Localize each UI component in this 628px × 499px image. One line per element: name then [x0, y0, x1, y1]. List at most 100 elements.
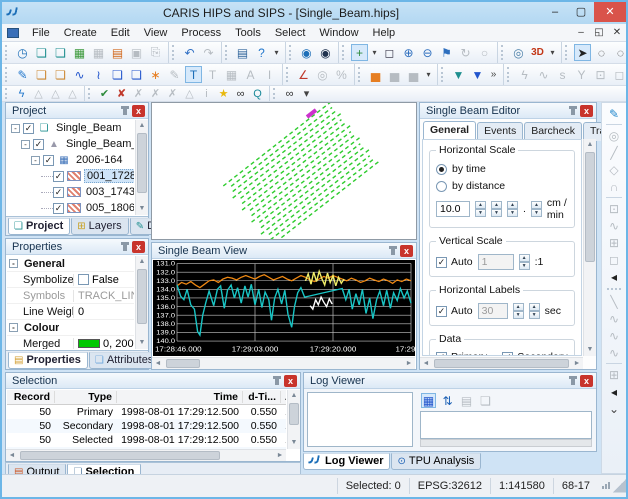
spinner[interactable]: ▲ ▼	[475, 201, 486, 217]
redo-icon[interactable]: ↷	[200, 44, 217, 61]
overflow-arrow-icon[interactable]: ▾	[299, 87, 314, 101]
by-distance-radio[interactable]	[436, 180, 447, 192]
mdi-document-icon[interactable]	[7, 27, 19, 38]
preview-log-icon[interactable]: ❏	[478, 393, 493, 408]
lasso-select-icon[interactable]: ◌	[593, 44, 610, 61]
undo-icon[interactable]: ↶	[181, 44, 198, 61]
tree-item-005_1806[interactable]: 005_1806	[7, 200, 134, 215]
table-row[interactable]: 50 Selected 1998-08-01 17:29:12.500 0.550 10…	[7, 433, 286, 447]
reject-icon[interactable]: ✘	[114, 87, 129, 101]
property-row[interactable]: Symbolize lin False	[7, 272, 134, 288]
tree-checkbox[interactable]	[23, 122, 34, 134]
sort-az-icon[interactable]: ⇅	[440, 393, 455, 408]
vscale-auto-checkbox[interactable]	[436, 256, 447, 268]
minimize-button[interactable]: –	[542, 3, 568, 21]
spinner[interactable]: ▲ ▼	[530, 201, 542, 217]
close-button[interactable]: ✕	[594, 2, 626, 22]
profile-chart-icon[interactable]: ▅	[367, 66, 384, 83]
copy-icon[interactable]: ⎘	[147, 44, 164, 61]
pin-icon[interactable]	[389, 246, 397, 255]
print-icon[interactable]: ▤	[234, 44, 251, 61]
beam-1-icon[interactable]: △	[31, 87, 46, 101]
spinner[interactable]: ▲ ▼	[512, 303, 524, 319]
spline-tool-icon[interactable]: ∿	[605, 217, 623, 234]
beam-3-icon[interactable]: △	[65, 87, 80, 101]
overflow-arrow-icon[interactable]: ▾	[272, 44, 281, 61]
image-icon[interactable]: ▦	[90, 44, 107, 61]
group-expander[interactable]	[9, 259, 18, 268]
spiral-icon[interactable]: ◎	[314, 66, 331, 83]
column-header[interactable]: d-Ti...	[243, 391, 281, 403]
tree-checkbox[interactable]	[33, 138, 44, 150]
category-view-icon[interactable]: ▦	[421, 393, 436, 408]
find-icon[interactable]: ∞	[282, 87, 297, 101]
zoom-window-icon[interactable]: ◻	[381, 44, 398, 61]
tree-item-003_1743[interactable]: 003_1743	[7, 184, 134, 200]
selection-vscrollbar[interactable]: ▲ ▼	[287, 390, 300, 449]
menu-process[interactable]: Process	[174, 26, 228, 40]
help-icon[interactable]: ?	[253, 44, 270, 61]
text-gray-icon[interactable]: T	[204, 66, 221, 83]
property-row[interactable]: Merged 0, 200, 0	[7, 336, 134, 349]
menu-create[interactable]: Create	[57, 26, 104, 40]
curve1-tool-icon[interactable]: ∿	[605, 310, 623, 327]
curve3-tool-icon[interactable]: ∿	[605, 344, 623, 361]
globe-wireframe-icon[interactable]: ◎	[510, 44, 527, 61]
tab-properties[interactable]: ▤ Properties	[8, 352, 88, 369]
tree-checkbox[interactable]	[53, 202, 64, 214]
radius-select-icon[interactable]: ◌	[612, 44, 626, 61]
doc-export-icon[interactable]: ❏	[128, 66, 145, 83]
pin-icon[interactable]	[569, 106, 577, 115]
log-list[interactable]	[307, 392, 413, 447]
import-line-icon[interactable]: ❏	[52, 66, 69, 83]
pin-icon[interactable]	[121, 242, 129, 251]
overflow-arrow-icon[interactable]: ▾	[548, 44, 557, 61]
box-gray-icon[interactable]: ◻	[611, 66, 626, 83]
curve2-tool-icon[interactable]: ∿	[605, 327, 623, 344]
accept-icon[interactable]: ✔	[97, 87, 112, 101]
segment-tool-icon[interactable]: ╲	[605, 293, 623, 310]
doc-icon[interactable]: ❏	[109, 66, 126, 83]
tree-expander[interactable]	[21, 139, 30, 149]
tree-expander[interactable]	[31, 155, 40, 165]
beam-2-icon[interactable]: △	[48, 87, 63, 101]
smooth-line-icon[interactable]: ∿	[535, 66, 552, 83]
import-icon[interactable]: ▤	[109, 44, 126, 61]
group-expander[interactable]	[9, 323, 18, 332]
edit-line-icon[interactable]: ϟ	[516, 66, 533, 83]
vscale-value-input[interactable]	[477, 254, 514, 270]
maximize-button[interactable]: ▢	[568, 3, 594, 21]
scale-value-input[interactable]	[436, 201, 470, 217]
warning-icon[interactable]: △	[182, 87, 197, 101]
reject-swath-icon[interactable]: ✗	[131, 87, 146, 101]
label-gray-icon[interactable]: A	[242, 66, 259, 83]
menu-tools[interactable]: Tools	[228, 26, 268, 40]
world-view-icon[interactable]: ◉	[298, 44, 315, 61]
rotate-view-icon[interactable]: ↻	[457, 44, 474, 61]
editor-tab-general[interactable]: General	[423, 121, 477, 140]
angle-icon[interactable]: ∠	[295, 66, 312, 83]
tab-project[interactable]: ❏ Project	[8, 218, 71, 235]
zoom-in-icon[interactable]: ⊕	[400, 44, 417, 61]
properties-scrollbar[interactable]: ▲ ▼	[135, 256, 148, 349]
open-project-icon[interactable]: ❏	[33, 44, 50, 61]
filter-check-icon[interactable]: ▼	[450, 66, 467, 83]
view-3d-icon[interactable]: 3D	[529, 44, 546, 61]
chart-hscrollbar[interactable]: ◄ ►	[152, 357, 415, 369]
tab-tpu-analysis[interactable]: ⊙ TPU Analysis	[391, 453, 482, 470]
collapse-icon[interactable]: ◂	[605, 383, 623, 400]
magnifier-icon[interactable]: ○	[476, 44, 493, 61]
join-icon[interactable]: Y	[573, 66, 590, 83]
close-panel-icon[interactable]: x	[400, 244, 413, 257]
menu-view[interactable]: View	[137, 26, 175, 40]
info-icon[interactable]: i	[199, 87, 214, 101]
circle-tool-icon[interactable]: ◎	[605, 127, 623, 144]
examine-icon[interactable]: ∞	[233, 87, 248, 101]
spinner[interactable]: ▲ ▼	[507, 201, 518, 217]
close-panel-icon[interactable]: x	[580, 104, 593, 117]
selection-hscrollbar[interactable]: ◄ ►	[6, 449, 286, 461]
new-project-icon[interactable]: ◷	[14, 44, 31, 61]
asterisk-icon[interactable]: ∗	[147, 66, 164, 83]
property-row[interactable]: Line Weight 0	[7, 304, 134, 320]
text-tool-icon[interactable]: T	[185, 66, 202, 83]
